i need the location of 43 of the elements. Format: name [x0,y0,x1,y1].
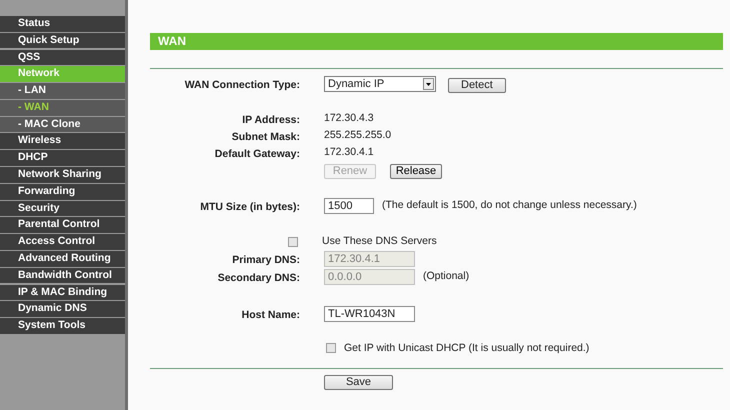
sidebar-item[interactable]: DHCP [0,150,125,166]
sidebar-item[interactable]: Forwarding [0,184,125,200]
field-label: Default Gateway: [214,148,300,160]
dropdown-caret-icon [423,78,434,90]
sidebar-item[interactable]: Quick Setup [0,32,125,48]
field-label: IP Address: [242,114,300,126]
field-label: Subnet Mask: [232,130,300,142]
optional-note: (Optional) [423,269,470,284]
detect-button[interactable]: Detect [448,78,506,93]
sidebar-item[interactable]: QSS [0,50,125,66]
sidebar-item[interactable]: System Tools [0,318,125,334]
sidebar-item[interactable]: Network Sharing [0,167,125,183]
save-button[interactable]: Save [324,374,393,390]
mtu-note: (The default is 1500, do not change unless necessary.) [382,198,637,214]
sidebar-item[interactable]: Security [0,200,125,216]
sidebar-item[interactable]: Wireless [0,133,125,150]
sidebar-item[interactable]: Access Control [0,234,125,250]
field-label: Secondary DNS: [218,272,300,284]
checkbox[interactable] [288,236,298,246]
field-label: WAN Connection Type: [184,79,300,91]
sidebar-item[interactable]: - MAC Clone [0,116,125,132]
sidebar-item[interactable]: Parental Control [0,217,125,234]
sidebar-item[interactable]: IP & MAC Binding [0,284,125,300]
sidebar-item[interactable]: Status [0,16,125,32]
field-value: 172.30.4.3 [324,110,374,126]
field-value: 255.255.255.0 [324,128,392,143]
sidebar-item[interactable]: Advanced Routing [0,250,125,267]
connection-type-select[interactable]: Dynamic IP [324,76,436,92]
host-name-field[interactable]: TL-WR1043N [324,306,415,322]
field-label: Primary DNS: [232,254,300,266]
sidebar-item[interactable]: - WAN [0,100,125,116]
field-label: MTU Size (in bytes): [200,201,300,213]
mtu-field[interactable]: 1500 [324,198,374,214]
field-label: Host Name: [242,309,300,321]
sidebar-item[interactable]: Dynamic DNS [0,301,125,317]
release-button[interactable]: Release [390,164,442,179]
checkbox-label: Get IP with Unicast DHCP (It is usually not required.) [344,341,590,356]
sidebar-item[interactable]: Bandwidth Control [0,268,125,284]
checkbox-label: Use These DNS Servers [322,234,437,249]
checkbox[interactable] [326,343,336,353]
field-value: 172.30.4.1 [324,144,374,160]
sidebar-item[interactable]: - LAN [0,83,125,99]
page-title: WAN [150,33,723,50]
